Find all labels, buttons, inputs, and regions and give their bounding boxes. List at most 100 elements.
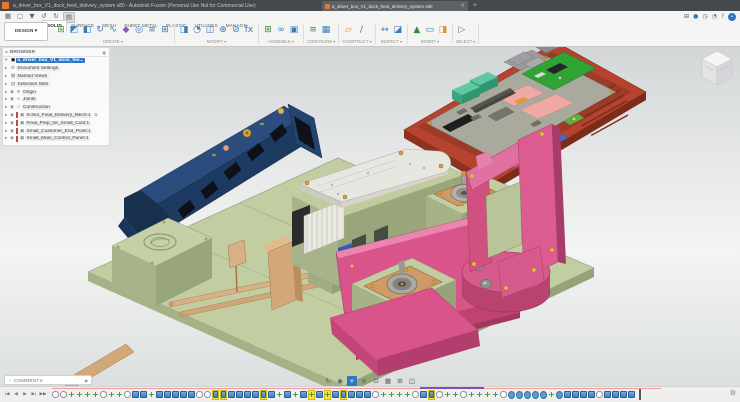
pan-icon[interactable]: + bbox=[347, 376, 357, 386]
timeline-feature-14[interactable] bbox=[156, 390, 163, 400]
timeline-feature-72[interactable] bbox=[620, 390, 627, 400]
timeline-feature-54[interactable]: + bbox=[476, 390, 483, 400]
timeline-feature-50[interactable]: + bbox=[444, 390, 451, 400]
timeline-feature-39[interactable] bbox=[356, 390, 363, 400]
timeline-feature-35[interactable]: + bbox=[324, 390, 331, 400]
timeline-feature-20[interactable] bbox=[204, 390, 211, 400]
grid-snaps-icon[interactable]: ⊞ bbox=[395, 376, 405, 386]
plane-icon[interactable]: ▱ bbox=[342, 24, 354, 37]
knob[interactable] bbox=[278, 108, 284, 114]
timeline-feature-4[interactable]: + bbox=[76, 390, 83, 400]
timeline-feature-49[interactable] bbox=[436, 390, 443, 400]
pattern-icon[interactable]: ⊞ bbox=[159, 24, 171, 37]
new-component-icon[interactable]: ⊞ bbox=[55, 24, 67, 37]
revolve-icon[interactable]: ↻ bbox=[94, 24, 106, 37]
help-icon[interactable]: ? bbox=[721, 13, 724, 21]
timeline-feature-30[interactable] bbox=[284, 390, 291, 400]
timeline-feature-24[interactable] bbox=[236, 390, 243, 400]
timeline-feature-1[interactable] bbox=[52, 390, 59, 400]
timeline-feature-18[interactable] bbox=[188, 390, 195, 400]
timeline-feature-63[interactable]: + bbox=[548, 390, 555, 400]
extrude-icon[interactable]: ◧ bbox=[81, 24, 93, 37]
timeline-feature-34[interactable] bbox=[316, 390, 323, 400]
timeline-feature-7[interactable] bbox=[100, 390, 107, 400]
timeline-feature-40[interactable] bbox=[364, 390, 371, 400]
canvas-icon[interactable]: ▭ bbox=[424, 24, 436, 37]
timeline-feature-41[interactable] bbox=[372, 390, 379, 400]
browser-item-final-prep-for-small-cust-1[interactable]: ▸◉▣Final_Prep_for_Small_Cust:1 bbox=[3, 119, 109, 127]
sync-status-icon[interactable]: ◷ bbox=[702, 13, 707, 21]
timeline-feature-2[interactable] bbox=[60, 390, 67, 400]
timeline-feature-17[interactable] bbox=[180, 390, 187, 400]
timeline-feature-61[interactable] bbox=[532, 390, 539, 400]
step-forward-icon[interactable]: ▶| bbox=[30, 389, 38, 401]
browser-item-small-main-control-panel-1[interactable]: ▸◉▣Small_Main_Control_Panel:1 bbox=[3, 135, 109, 143]
shell-icon[interactable]: ◫ bbox=[204, 24, 216, 37]
timeline-feature-53[interactable]: + bbox=[468, 390, 475, 400]
timeline-feature-26[interactable] bbox=[252, 390, 259, 400]
timeline-feature-70[interactable] bbox=[604, 390, 611, 400]
timeline-feature-12[interactable] bbox=[140, 390, 147, 400]
job-status-icon[interactable]: ● bbox=[693, 13, 698, 21]
combine-icon[interactable]: ⊕ bbox=[217, 24, 229, 37]
timeline-feature-15[interactable] bbox=[164, 390, 171, 400]
timeline-feature-73[interactable] bbox=[628, 390, 635, 400]
timeline-feature-56[interactable]: + bbox=[492, 390, 499, 400]
timeline-feature-27[interactable] bbox=[260, 390, 267, 400]
thread-icon[interactable]: ≡ bbox=[146, 24, 158, 37]
timeline-feature-47[interactable] bbox=[420, 390, 427, 400]
timeline-feature-28[interactable] bbox=[268, 390, 275, 400]
new-design-icon[interactable]: ▢ bbox=[15, 12, 25, 21]
workspace-selector[interactable]: DESIGN ▾ bbox=[4, 22, 48, 41]
timeline-feature-37[interactable] bbox=[340, 390, 347, 400]
timeline-feature-25[interactable] bbox=[244, 390, 251, 400]
timeline-feature-71[interactable] bbox=[612, 390, 619, 400]
browser-item-small-customer-end-point-1[interactable]: ▸◉▣Small_Customer_End_Point:1 bbox=[3, 127, 109, 135]
timeline-feature-6[interactable]: + bbox=[92, 390, 99, 400]
timeline-feature-10[interactable] bbox=[124, 390, 131, 400]
configuration-icon[interactable]: ≡ bbox=[307, 24, 319, 37]
timeline-feature-58[interactable] bbox=[508, 390, 515, 400]
application-menu-icon[interactable]: ▦ bbox=[3, 12, 13, 21]
split-icon[interactable]: ⊘ bbox=[230, 24, 242, 37]
measure-icon[interactable]: ↔ bbox=[379, 24, 391, 37]
timeline-feature-59[interactable] bbox=[516, 390, 523, 400]
play-icon[interactable]: ▶ bbox=[21, 389, 29, 401]
comments-bar[interactable]: ⌄ COMMENTS ● bbox=[4, 375, 92, 385]
timeline-feature-44[interactable]: + bbox=[396, 390, 403, 400]
timeline-feature-57[interactable] bbox=[500, 390, 507, 400]
decal-icon[interactable]: ◨ bbox=[437, 24, 449, 37]
viewports-icon[interactable]: ◫ bbox=[407, 376, 417, 386]
timeline-feature-11[interactable] bbox=[132, 390, 139, 400]
timeline-feature-16[interactable] bbox=[172, 390, 179, 400]
timeline-feature-32[interactable] bbox=[300, 390, 307, 400]
view-cube[interactable] bbox=[702, 51, 732, 85]
form-icon[interactable]: ◆ bbox=[120, 24, 132, 37]
timeline-feature-60[interactable] bbox=[524, 390, 531, 400]
model-canvas[interactable] bbox=[0, 47, 740, 387]
browser-item-construction[interactable]: ▸◉▱Construction bbox=[3, 104, 109, 112]
extensions-icon[interactable]: ⊞ bbox=[684, 13, 689, 21]
config-table-icon[interactable]: ▦ bbox=[320, 24, 332, 37]
save-icon[interactable]: ▼ bbox=[27, 12, 37, 21]
timeline-feature-38[interactable] bbox=[348, 390, 355, 400]
timeline-feature-66[interactable] bbox=[572, 390, 579, 400]
timeline-feature-19[interactable] bbox=[196, 390, 203, 400]
timeline-feature-48[interactable] bbox=[428, 390, 435, 400]
joint-icon[interactable]: ∞ bbox=[275, 24, 287, 37]
document-tab[interactable]: a_driver_box_V1_dock_feed_delivery_syste… bbox=[322, 1, 468, 11]
timeline-feature-67[interactable] bbox=[580, 390, 587, 400]
browser-item-document-settings[interactable]: ▸⚙Document Settings bbox=[3, 65, 109, 73]
timeline-feature-22[interactable] bbox=[220, 390, 227, 400]
timeline-feature-42[interactable]: + bbox=[380, 390, 387, 400]
timeline-feature-69[interactable] bbox=[596, 390, 603, 400]
timeline-feature-33[interactable]: + bbox=[308, 390, 315, 400]
look-at-icon[interactable]: ◉ bbox=[335, 376, 345, 386]
viewport-canvas[interactable] bbox=[0, 47, 740, 387]
timeline-feature-3[interactable]: + bbox=[68, 390, 75, 400]
axis-icon[interactable]: / bbox=[355, 24, 367, 37]
timeline-feature-43[interactable]: + bbox=[388, 390, 395, 400]
parameters-icon[interactable]: fx bbox=[243, 24, 255, 37]
timeline-feature-65[interactable] bbox=[564, 390, 571, 400]
browser-header[interactable]: ◂ BROWSER ● bbox=[3, 48, 109, 57]
